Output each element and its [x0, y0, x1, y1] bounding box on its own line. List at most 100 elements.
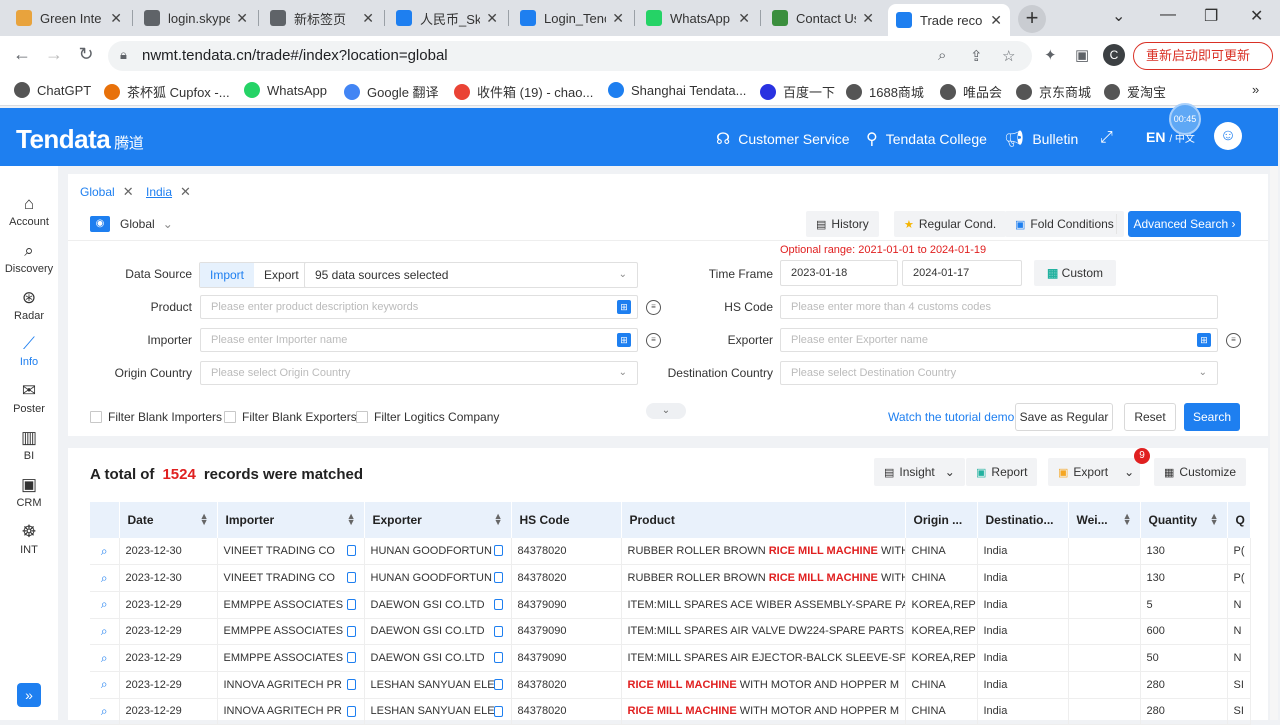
- close-tab-icon[interactable]: ✕: [612, 10, 624, 27]
- importer-input[interactable]: Please enter Importer name ⊞: [200, 328, 638, 352]
- row-detail-cell[interactable]: ⌕: [90, 644, 120, 672]
- tendata-college-link[interactable]: ⚲ Tendata College: [866, 129, 987, 149]
- importer-cell[interactable]: EMMPPE ASSOCIATES: [217, 591, 365, 619]
- bookmark-item[interactable]: 京东商城: [1016, 82, 1091, 101]
- magnifier-icon[interactable]: ⌕: [101, 624, 108, 638]
- sidebar-item-bi[interactable]: ▥ BI: [0, 428, 58, 462]
- fullscreen-icon[interactable]: ⤢: [1100, 129, 1121, 147]
- column-header[interactable]: [90, 502, 120, 538]
- import-option[interactable]: Import: [200, 263, 255, 287]
- copy-icon[interactable]: [346, 625, 356, 637]
- exporter-cell[interactable]: LESHAN SANYUAN ELE: [364, 698, 512, 725]
- customer-service-link[interactable]: ☊ Customer Service: [716, 129, 849, 149]
- row-detail-cell[interactable]: ⌕: [90, 618, 120, 646]
- sidebar-item-discovery[interactable]: ⌕ Discovery: [0, 241, 58, 275]
- row-detail-cell[interactable]: ⌕: [90, 591, 120, 619]
- scope-selector[interactable]: ◉ Global ⌄: [90, 216, 173, 232]
- restore-icon[interactable]: ❐: [1204, 6, 1218, 26]
- magnifier-icon[interactable]: ⌕: [101, 651, 108, 665]
- browser-tab[interactable]: 新标签页 ✕: [262, 4, 382, 32]
- browser-tab[interactable]: Contact Us ✕: [764, 4, 882, 32]
- exporter-cell[interactable]: DAEWON GSI CO.LTD: [364, 618, 512, 646]
- copy-icon[interactable]: [493, 705, 503, 717]
- tendata-logo[interactable]: Tendata 腾道: [16, 124, 144, 155]
- exporter-cell[interactable]: DAEWON GSI CO.LTD: [364, 591, 512, 619]
- ai-assist-icon[interactable]: ≡: [646, 333, 661, 348]
- sort-icon[interactable]: ▲ ▼: [494, 512, 503, 527]
- custom-range-button[interactable]: ▦ Custom: [1034, 260, 1116, 286]
- column-header[interactable]: Date ▲ ▼: [119, 502, 218, 538]
- copy-icon[interactable]: [346, 598, 356, 610]
- copy-icon[interactable]: [493, 545, 503, 556]
- close-tab-icon[interactable]: ✕: [862, 10, 874, 27]
- exporter-cell[interactable]: HUNAN GOODFORTUN: [364, 564, 512, 592]
- search-button[interactable]: Search: [1184, 403, 1240, 431]
- sidebar-item-crm[interactable]: ▣ CRM: [0, 475, 58, 509]
- sort-icon[interactable]: ▲ ▼: [1210, 512, 1219, 527]
- report-button[interactable]: ▣ Report: [966, 458, 1038, 486]
- sidepanel-icon[interactable]: ▣: [1075, 46, 1089, 64]
- sort-icon[interactable]: ▲ ▼: [1123, 512, 1132, 527]
- table-row[interactable]: ⌕ 2023-12-29 INNOVA AGRITECH PR LESHAN SANY…: [90, 698, 1251, 725]
- bookmark-item[interactable]: Shanghai Tendata...: [608, 82, 746, 98]
- product-input[interactable]: Please enter product description keyword…: [200, 295, 638, 319]
- table-row[interactable]: ⌕ 2023-12-30 VINEET TRADING CO HUNAN GOODFO…: [90, 538, 1251, 566]
- table-row[interactable]: ⌕ 2023-12-29 EMMPPE ASSOCIATES DAEWON GSI C…: [90, 644, 1251, 672]
- close-tab-icon[interactable]: ✕: [110, 10, 122, 27]
- column-header[interactable]: Quantity ▲ ▼: [1140, 502, 1228, 538]
- zoom-icon[interactable]: ⌕: [938, 47, 946, 64]
- copy-icon[interactable]: [493, 598, 503, 610]
- user-avatar[interactable]: ☺: [1214, 122, 1242, 150]
- importer-cell[interactable]: INNOVA AGRITECH PR: [217, 698, 365, 725]
- column-header[interactable]: Importer ▲ ▼: [217, 502, 365, 538]
- trade-direction-toggle[interactable]: Import Export: [199, 262, 310, 288]
- browser-tab[interactable]: Green Inte ✕: [8, 4, 130, 32]
- importer-cell[interactable]: VINEET TRADING CO: [217, 538, 365, 566]
- reset-button[interactable]: Reset: [1124, 403, 1176, 431]
- row-detail-cell[interactable]: ⌕: [90, 538, 120, 566]
- magnifier-icon[interactable]: ⌕: [101, 544, 108, 558]
- copy-icon[interactable]: [493, 678, 503, 690]
- column-header[interactable]: Q: [1227, 502, 1251, 538]
- filter-logistics-checkbox[interactable]: Filter Logitics Company: [356, 410, 499, 424]
- copy-icon[interactable]: [346, 652, 356, 664]
- tab-india[interactable]: India ✕: [146, 184, 191, 200]
- date-to-input[interactable]: 2024-01-17: [902, 260, 1022, 286]
- collapse-chevron-icon[interactable]: ⌄: [646, 403, 686, 419]
- bookmark-item[interactable]: 收件箱 (19) - chao...: [454, 82, 593, 101]
- more-bookmarks-icon[interactable]: »: [1252, 82, 1259, 97]
- bookmark-item[interactable]: 茶杯狐 Cupfox -...: [104, 82, 230, 101]
- bookmark-item[interactable]: 1688商城: [846, 82, 924, 101]
- history-button[interactable]: ▤ History: [806, 211, 879, 237]
- reload-icon[interactable]: ↻: [74, 44, 98, 65]
- close-tab-icon[interactable]: ✕: [738, 10, 750, 27]
- exporter-input[interactable]: Please enter Exporter name ⊞: [780, 328, 1218, 352]
- sidebar-item-radar[interactable]: ⊛ Radar: [0, 288, 58, 322]
- close-tab-icon[interactable]: ✕: [486, 10, 498, 27]
- column-header[interactable]: Origin ...: [905, 502, 978, 538]
- bookmark-star-icon[interactable]: ☆: [1002, 47, 1015, 65]
- save-regular-button[interactable]: Save as Regular: [1015, 403, 1113, 431]
- hs-code-input[interactable]: Please enter more than 4 customs codes: [780, 295, 1218, 319]
- browser-tab[interactable]: Login_Tenc ✕: [512, 4, 632, 32]
- extensions-icon[interactable]: ✦: [1044, 46, 1057, 64]
- forward-icon[interactable]: →: [42, 44, 66, 65]
- browser-tab[interactable]: login.skype ✕: [136, 4, 256, 32]
- exporter-cell[interactable]: HUNAN GOODFORTUN: [364, 538, 512, 566]
- fold-conditions-button[interactable]: ▣ Fold Conditions: [1005, 211, 1124, 237]
- page-scrollbar[interactable]: [1270, 166, 1278, 720]
- table-row[interactable]: ⌕ 2023-12-29 EMMPPE ASSOCIATES DAEWON GSI C…: [90, 618, 1251, 646]
- tab-search-icon[interactable]: ⌄: [1112, 6, 1125, 26]
- bookmark-item[interactable]: 百度一下: [760, 82, 835, 101]
- bookmark-item[interactable]: Google 翻译: [344, 82, 439, 101]
- sort-icon[interactable]: ▲ ▼: [347, 512, 356, 527]
- export-option[interactable]: Export: [254, 263, 309, 287]
- export-button[interactable]: ▣ Export ⌄: [1048, 458, 1140, 486]
- magnifier-icon[interactable]: ⌕: [101, 704, 108, 718]
- table-row[interactable]: ⌕ 2023-12-29 INNOVA AGRITECH PR LESHAN SANY…: [90, 671, 1251, 699]
- browser-tab[interactable]: WhatsApp ✕: [638, 4, 758, 32]
- column-header[interactable]: HS Code: [511, 502, 622, 538]
- close-window-icon[interactable]: ✕: [1250, 6, 1263, 26]
- address-bar[interactable]: 🔒︎ nwmt.tendata.cn/trade#/index?location…: [108, 41, 1032, 71]
- bulletin-link[interactable]: 📢︎ Bulletin: [1004, 129, 1078, 149]
